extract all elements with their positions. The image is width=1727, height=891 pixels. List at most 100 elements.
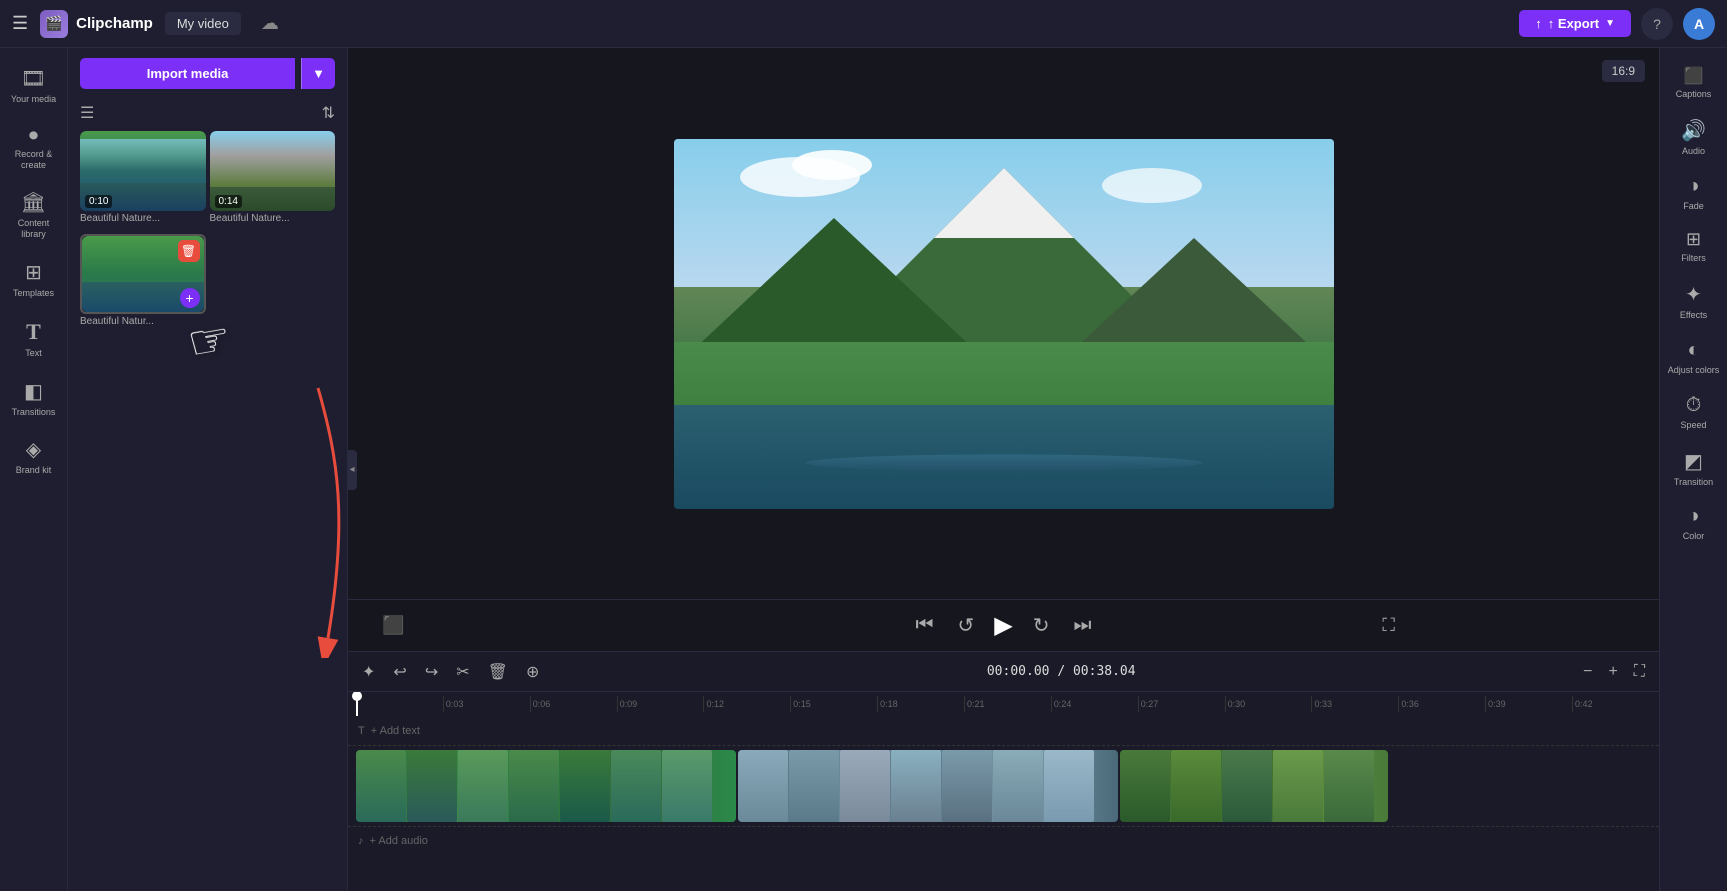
transitions-icon: ◧ (24, 379, 43, 404)
right-item-effects[interactable]: ✦ Effects (1663, 274, 1725, 329)
current-time: 00:00.00 (987, 664, 1050, 679)
video-clip-3[interactable] (1120, 750, 1388, 822)
clip2-thumb-1 (738, 750, 788, 822)
clip2-thumb-7 (1044, 750, 1094, 822)
user-avatar[interactable]: A (1683, 8, 1715, 40)
right-sidebar: ⬛ Captions 🔊 Audio ◑ Fade ⊞ Filters ✦ Ef… (1659, 48, 1727, 891)
text-track[interactable]: T + Add text (348, 716, 1659, 746)
ruler-mark: 0:09 (617, 696, 704, 712)
media-thumb-1[interactable]: 0:10 (80, 131, 206, 211)
timeline-delete-button[interactable]: 🗑 (482, 658, 514, 686)
right-item-adjust-colors[interactable]: ◐ Adjust colors (1663, 331, 1725, 384)
timeline-magnet-button[interactable]: ✦ (356, 658, 381, 686)
ruler-mark: 0:15 (790, 696, 877, 712)
sidebar-item-transitions[interactable]: ◧ Transitions (4, 371, 64, 426)
clip2-thumb-6 (993, 750, 1043, 822)
sidebar-item-text[interactable]: T Text (4, 311, 64, 367)
clip1-duration: 0:10 (85, 195, 112, 208)
media-item-1[interactable]: 0:10 Beautiful Nature... (80, 131, 206, 230)
preview-area: 16:9 (348, 48, 1659, 599)
save-icon[interactable]: ☁ (261, 13, 279, 34)
clip3-thumbnails (1120, 750, 1388, 822)
timeline-cut-button[interactable]: ✂ (450, 658, 475, 686)
ruler-mark: 0:21 (964, 696, 1051, 712)
clip3-add-button[interactable]: + (180, 288, 200, 308)
media-item-1-name: Beautiful Nature... (80, 211, 206, 230)
import-media-dropdown[interactable]: ▼ (301, 58, 335, 89)
clip1-thumb-1 (356, 750, 406, 822)
sidebar-item-brand-kit[interactable]: ◈ Brand kit (4, 429, 64, 484)
ruler-mark: 0:27 (1138, 696, 1225, 712)
export-label: ↑ Export (1548, 16, 1599, 31)
panel-collapse-handle[interactable]: ◂ (347, 450, 357, 490)
audio-track-icon: ♪ (358, 835, 364, 847)
fullscreen-button[interactable]: ⛶ (1378, 611, 1399, 640)
video-frame (674, 139, 1334, 509)
video-clip-2[interactable] (738, 750, 1118, 822)
sidebar-item-record-create[interactable]: ⏺ Record & create (4, 117, 64, 179)
right-item-speed[interactable]: ⏱ Speed (1663, 386, 1725, 439)
video-clip-1[interactable] (356, 750, 736, 822)
media-item-2[interactable]: 0:14 Beautiful Nature... (210, 131, 336, 230)
time-separator: / (1057, 664, 1073, 679)
timeline-split-button[interactable]: ⊕ (520, 658, 545, 686)
timeline-redo-button[interactable]: ↪ (419, 658, 444, 686)
ruler-mark: 0:03 (443, 696, 530, 712)
rewind-5s-button[interactable]: ↺ (954, 609, 979, 642)
sidebar-item-label-templates: Templates (13, 288, 54, 299)
timeline-undo-button[interactable]: ↩ (387, 658, 412, 686)
video-title[interactable]: My video (165, 12, 241, 35)
right-item-audio[interactable]: 🔊 Audio (1663, 110, 1725, 165)
clip1-thumb-4 (509, 750, 559, 822)
right-item-fade[interactable]: ◑ Fade (1663, 167, 1725, 220)
right-item-filters[interactable]: ⊞ Filters (1663, 221, 1725, 272)
sidebar-item-content-library[interactable]: 🏛 Content library (4, 182, 64, 248)
right-item-captions[interactable]: ⬛ Captions (1663, 58, 1725, 108)
sidebar-item-label-text: Text (25, 348, 42, 359)
effects-icon: ✦ (1685, 282, 1702, 307)
right-item-transition[interactable]: ◩ Transition (1663, 441, 1725, 496)
adjust-colors-icon: ◐ (1687, 339, 1699, 362)
zoom-out-button[interactable]: − (1577, 661, 1598, 683)
right-item-color[interactable]: ◑ Color (1663, 497, 1725, 550)
zoom-in-button[interactable]: + (1602, 661, 1623, 683)
sort-icon[interactable]: ⇅ (322, 103, 335, 123)
export-dropdown-icon: ▼ (1605, 18, 1615, 29)
menu-button[interactable]: ☰ (12, 13, 28, 34)
subtitle-toggle-button[interactable]: ⬛ (378, 611, 408, 640)
right-item-filters-label: Filters (1681, 253, 1706, 264)
clip3-delete-button[interactable]: 🗑 (178, 240, 200, 262)
export-button[interactable]: ↑ ↑ Export ▼ (1519, 10, 1631, 37)
clip1-thumb-5 (560, 750, 610, 822)
media-thumb-3[interactable]: 🗑 + (80, 234, 206, 314)
sidebar-item-templates[interactable]: ⊞ Templates (4, 252, 64, 307)
clip1-thumbnails (356, 750, 736, 822)
export-arrow-icon: ↑ (1535, 16, 1542, 31)
video-track (348, 746, 1659, 826)
help-button[interactable]: ? (1641, 8, 1673, 40)
skip-to-end-button[interactable]: ⏭ (1070, 610, 1096, 641)
clip1-thumb-2 (407, 750, 457, 822)
play-button[interactable]: ▶ (994, 611, 1012, 640)
timeline-area: ✦ ↩ ↪ ✂ 🗑 ⊕ 00:00.00 / 00:38.04 − + ⛶ (348, 651, 1659, 891)
clip3-thumb-2 (1171, 750, 1221, 822)
timeline-expand-button[interactable]: ⛶ (1628, 661, 1651, 683)
clip2-thumb-2 (789, 750, 839, 822)
aspect-ratio-button[interactable]: 16:9 (1602, 60, 1645, 82)
captions-icon: ⬛ (1684, 66, 1704, 86)
playback-controls: ⬛ ⏮ ↺ ▶ ↻ ⏭ ⛶ (348, 599, 1659, 651)
import-media-button[interactable]: Import media (80, 58, 295, 89)
filters-icon: ⊞ (1686, 229, 1701, 250)
skip-to-start-button[interactable]: ⏮ (912, 610, 938, 641)
media-thumb-2[interactable]: 0:14 (210, 131, 336, 211)
main-layout: 🎞 Your media ⏺ Record & create 🏛 Content… (0, 48, 1727, 891)
audio-track[interactable]: ♪ + Add audio (348, 826, 1659, 854)
right-item-color-label: Color (1683, 531, 1705, 542)
forward-5s-button[interactable]: ↻ (1029, 609, 1054, 642)
video-scene (674, 139, 1334, 509)
clip1-thumb-7 (662, 750, 712, 822)
ruler-mark: 0:18 (877, 696, 964, 712)
sidebar-item-your-media[interactable]: 🎞 Your media (4, 58, 64, 113)
filter-icon[interactable]: ☰ (80, 103, 94, 123)
clip1-thumb-6 (611, 750, 661, 822)
